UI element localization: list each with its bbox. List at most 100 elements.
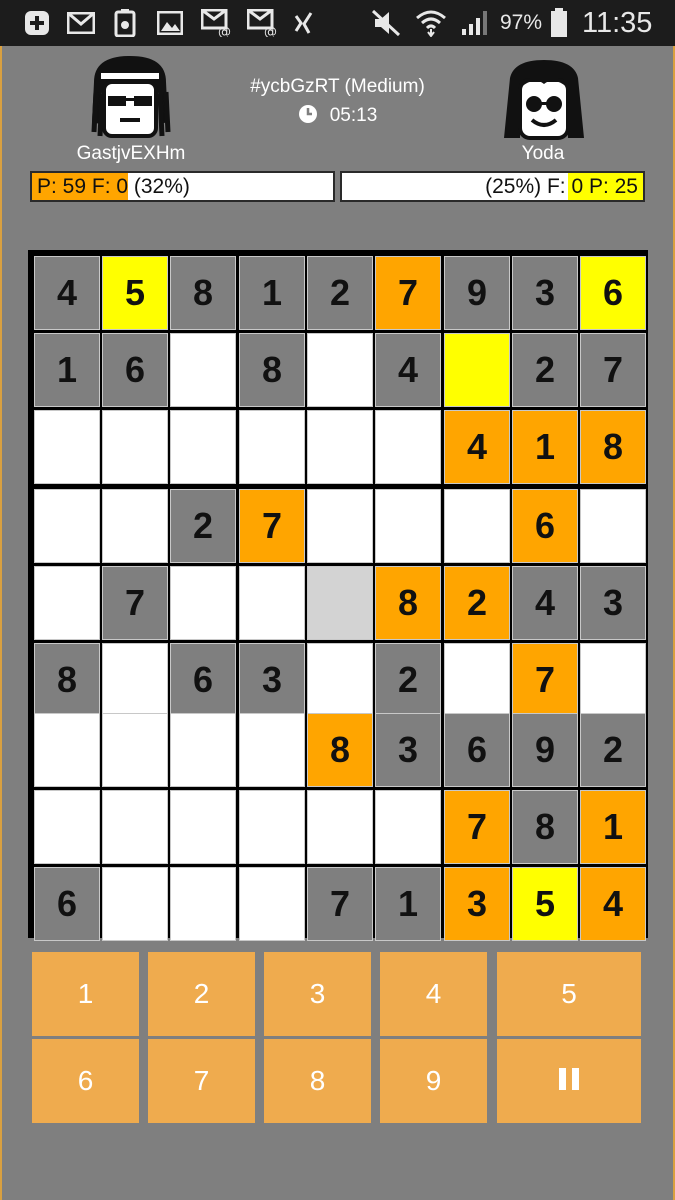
sudoku-cell-r5c6[interactable]: 8 [375, 566, 441, 640]
sudoku-cell-r8c6[interactable] [375, 790, 441, 864]
sudoku-cell-r3c5[interactable] [307, 410, 373, 484]
sudoku-cell-r5c7[interactable]: 2 [444, 566, 510, 640]
sudoku-cell-r7c2[interactable] [102, 713, 168, 787]
sudoku-cell-r7c8[interactable]: 9 [512, 713, 578, 787]
sudoku-cell-r6c6[interactable]: 2 [375, 643, 441, 717]
sudoku-cell-r8c4[interactable] [239, 790, 305, 864]
sudoku-cell-r3c9[interactable]: 8 [580, 410, 646, 484]
sudoku-cell-r1c3[interactable]: 8 [170, 256, 236, 330]
sudoku-cell-r9c2[interactable] [102, 867, 168, 941]
sudoku-cell-r4c9[interactable] [580, 489, 646, 563]
sudoku-cell-r2c3[interactable] [170, 333, 236, 407]
key-5[interactable]: 5 [497, 952, 641, 1036]
progress-text-right: (25%) F: 0 P: 25 [485, 175, 638, 198]
sudoku-cell-r6c3[interactable]: 6 [170, 643, 236, 717]
key-3[interactable]: 3 [264, 952, 371, 1036]
sudoku-cell-r1c4[interactable]: 1 [239, 256, 305, 330]
sudoku-cell-r8c5[interactable] [307, 790, 373, 864]
sudoku-cell-r7c6[interactable]: 3 [375, 713, 441, 787]
sudoku-cell-r7c9[interactable]: 2 [580, 713, 646, 787]
sudoku-cell-r5c4[interactable] [239, 566, 305, 640]
sudoku-cell-r9c3[interactable] [170, 867, 236, 941]
sudoku-cell-r5c2[interactable]: 7 [102, 566, 168, 640]
sudoku-cell-r9c7[interactable]: 3 [444, 867, 510, 941]
sudoku-cell-r1c2[interactable]: 5 [102, 256, 168, 330]
sudoku-cell-r6c2[interactable] [102, 643, 168, 717]
sudoku-cell-r4c7[interactable] [444, 489, 510, 563]
key-1[interactable]: 1 [32, 952, 139, 1036]
sudoku-cell-r7c5[interactable]: 8 [307, 713, 373, 787]
sudoku-cell-r7c1[interactable] [34, 713, 100, 787]
game-title: #ycbGzRT (Medium) [250, 76, 425, 97]
sudoku-cell-r2c2[interactable]: 6 [102, 333, 168, 407]
sudoku-cell-r1c9[interactable]: 6 [580, 256, 646, 330]
sudoku-cell-r4c1[interactable] [34, 489, 100, 563]
sudoku-cell-r4c3[interactable]: 2 [170, 489, 236, 563]
sudoku-cell-r9c9[interactable]: 4 [580, 867, 646, 941]
player-avatar-left[interactable] [80, 52, 180, 144]
sudoku-cell-r4c4[interactable]: 7 [239, 489, 305, 563]
sudoku-cell-r3c8[interactable]: 1 [512, 410, 578, 484]
sudoku-cell-r9c4[interactable] [239, 867, 305, 941]
sudoku-cell-r3c3[interactable] [170, 410, 236, 484]
sudoku-cell-r2c1[interactable]: 1 [34, 333, 100, 407]
key-6[interactable]: 6 [32, 1039, 139, 1123]
sudoku-cell-r6c4[interactable]: 3 [239, 643, 305, 717]
key-2[interactable]: 2 [148, 952, 255, 1036]
sudoku-cell-r6c8[interactable]: 7 [512, 643, 578, 717]
status-bar: @ @ 97% 11:35 [0, 0, 675, 46]
sudoku-cell-r8c8[interactable]: 8 [512, 790, 578, 864]
game-timer: 05:13 [200, 104, 475, 130]
sudoku-cell-r6c9[interactable] [580, 643, 646, 717]
sudoku-cell-r3c1[interactable] [34, 410, 100, 484]
sudoku-cell-r4c5[interactable] [307, 489, 373, 563]
sudoku-cell-r8c1[interactable] [34, 790, 100, 864]
key-8[interactable]: 8 [264, 1039, 371, 1123]
progress-bar-left: P: 59 F: 0 (32%) [30, 171, 335, 202]
sudoku-cell-r3c2[interactable] [102, 410, 168, 484]
sudoku-cell-r1c5[interactable]: 2 [307, 256, 373, 330]
sudoku-cell-r2c6[interactable]: 4 [375, 333, 441, 407]
sudoku-cell-r7c7[interactable]: 6 [444, 713, 510, 787]
sudoku-cell-r3c7[interactable]: 4 [444, 410, 510, 484]
sudoku-cell-r9c5[interactable]: 7 [307, 867, 373, 941]
key-9[interactable]: 9 [380, 1039, 487, 1123]
sudoku-cell-r9c1[interactable]: 6 [34, 867, 100, 941]
sudoku-cell-r4c8[interactable]: 6 [512, 489, 578, 563]
pause-button[interactable] [497, 1039, 641, 1123]
sudoku-cell-r2c7[interactable] [444, 333, 510, 407]
sudoku-cell-r2c8[interactable]: 2 [512, 333, 578, 407]
xing-icon [292, 9, 316, 37]
sudoku-cell-r9c8[interactable]: 5 [512, 867, 578, 941]
sudoku-cell-r6c1[interactable]: 8 [34, 643, 100, 717]
sudoku-cell-r5c3[interactable] [170, 566, 236, 640]
sudoku-cell-r1c7[interactable]: 9 [444, 256, 510, 330]
sudoku-cell-r8c2[interactable] [102, 790, 168, 864]
sudoku-cell-r8c7[interactable]: 7 [444, 790, 510, 864]
sudoku-cell-r2c4[interactable]: 8 [239, 333, 305, 407]
key-7[interactable]: 7 [148, 1039, 255, 1123]
sudoku-cell-r1c8[interactable]: 3 [512, 256, 578, 330]
sudoku-cell-r5c5[interactable] [307, 566, 373, 640]
sudoku-cell-r9c6[interactable]: 1 [375, 867, 441, 941]
sudoku-cell-r7c4[interactable] [239, 713, 305, 787]
sudoku-cell-r5c1[interactable] [34, 566, 100, 640]
battery-icon [548, 8, 570, 37]
sudoku-cell-r7c3[interactable] [170, 713, 236, 787]
sudoku-cell-r5c8[interactable]: 4 [512, 566, 578, 640]
sudoku-cell-r8c9[interactable]: 1 [580, 790, 646, 864]
sudoku-cell-r1c6[interactable]: 7 [375, 256, 441, 330]
sudoku-cell-r4c2[interactable] [102, 489, 168, 563]
player-avatar-right[interactable] [494, 58, 594, 144]
sudoku-cell-r6c7[interactable] [444, 643, 510, 717]
sudoku-cell-r3c4[interactable] [239, 410, 305, 484]
sudoku-cell-r5c9[interactable]: 3 [580, 566, 646, 640]
sudoku-cell-r1c1[interactable]: 4 [34, 256, 100, 330]
key-4[interactable]: 4 [380, 952, 487, 1036]
sudoku-cell-r2c9[interactable]: 7 [580, 333, 646, 407]
sudoku-cell-r4c6[interactable] [375, 489, 441, 563]
sudoku-cell-r2c5[interactable] [307, 333, 373, 407]
sudoku-cell-r6c5[interactable] [307, 643, 373, 717]
sudoku-cell-r3c6[interactable] [375, 410, 441, 484]
sudoku-cell-r8c3[interactable] [170, 790, 236, 864]
